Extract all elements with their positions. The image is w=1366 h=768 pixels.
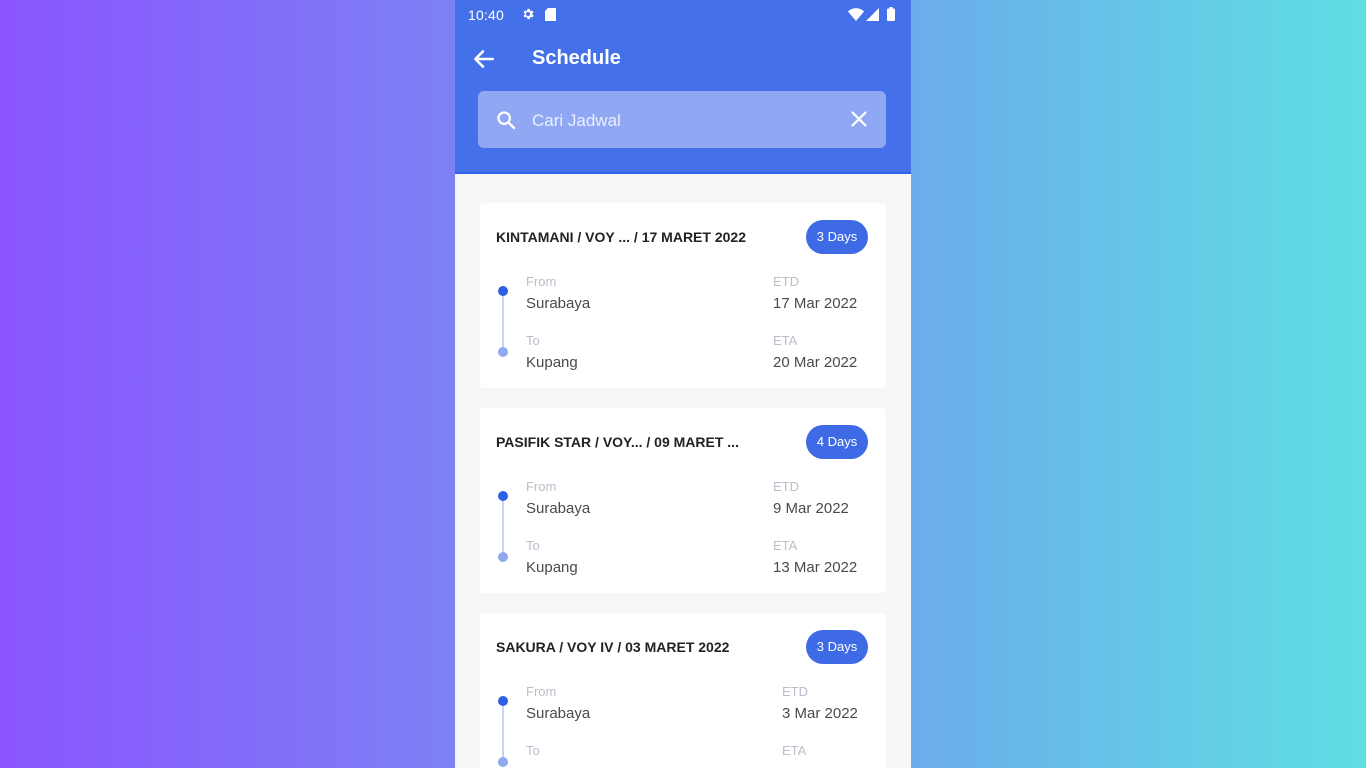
battery-icon: [887, 7, 895, 21]
search-bar[interactable]: [478, 91, 886, 148]
etd-label: ETD: [773, 479, 799, 494]
schedule-card[interactable]: PASIFIK STAR / VOY... / 09 MARET ... 4 D…: [480, 408, 886, 593]
destination-dot: [498, 552, 508, 562]
app-bar: 10:40 Schedule: [455, 0, 911, 174]
eta-value: 20 Mar 2022: [773, 354, 858, 371]
to-label: To: [526, 333, 540, 348]
to-value: Kupang: [526, 559, 578, 576]
status-time: 10:40: [468, 7, 505, 23]
duration-badge[interactable]: 3 Days: [806, 220, 868, 254]
from-label: From: [526, 274, 557, 289]
etd-label: ETD: [782, 684, 808, 699]
route-line: [502, 704, 504, 760]
from-label: From: [526, 479, 557, 494]
schedule-title: KINTAMANI / VOY ... / 17 MARET 2022: [496, 229, 746, 245]
schedule-card[interactable]: KINTAMANI / VOY ... / 17 MARET 2022 3 Da…: [480, 203, 886, 388]
eta-label: ETA: [773, 538, 798, 553]
from-value: Surabaya: [526, 500, 591, 517]
back-arrow-icon[interactable]: [471, 46, 497, 72]
sd-card-icon: [545, 8, 556, 21]
etd-value: 17 Mar 2022: [773, 295, 858, 312]
from-value: Surabaya: [526, 705, 591, 722]
origin-dot: [498, 696, 508, 706]
schedule-list[interactable]: KINTAMANI / VOY ... / 17 MARET 2022 3 Da…: [455, 174, 911, 768]
status-bar: 10:40: [455, 0, 911, 30]
to-value: Kupang: [526, 354, 578, 371]
duration-badge[interactable]: 4 Days: [806, 425, 868, 459]
eta-label: ETA: [782, 743, 807, 758]
etd-value: 9 Mar 2022: [773, 500, 849, 517]
destination-dot: [498, 347, 508, 357]
origin-dot: [498, 286, 508, 296]
eta-label: ETA: [773, 333, 798, 348]
search-icon: [497, 111, 516, 130]
phone-screen: 10:40 Schedule KINTAMANI / VOY ... / 17 …: [455, 0, 911, 768]
schedule-card[interactable]: SAKURA / VOY IV / 03 MARET 2022 3 Days F…: [480, 613, 886, 768]
to-label: To: [526, 538, 540, 553]
from-label: From: [526, 684, 557, 699]
duration-badge[interactable]: 3 Days: [806, 630, 868, 664]
close-icon[interactable]: [848, 108, 870, 130]
etd-value: 3 Mar 2022: [782, 705, 858, 722]
schedule-title: SAKURA / VOY IV / 03 MARET 2022: [496, 639, 730, 655]
etd-label: ETD: [773, 274, 799, 289]
origin-dot: [498, 491, 508, 501]
eta-value: 13 Mar 2022: [773, 559, 858, 576]
settings-gear-icon: [523, 8, 534, 20]
destination-dot: [498, 757, 508, 767]
cell-signal-icon: [866, 8, 879, 21]
route-line: [502, 499, 504, 555]
from-value: Surabaya: [526, 295, 591, 312]
route-line: [502, 294, 504, 350]
search-input[interactable]: [530, 105, 834, 137]
page-title: Schedule: [532, 47, 621, 69]
to-label: To: [526, 743, 540, 758]
schedule-title: PASIFIK STAR / VOY... / 09 MARET ...: [496, 434, 739, 450]
wifi-icon: [848, 8, 864, 21]
